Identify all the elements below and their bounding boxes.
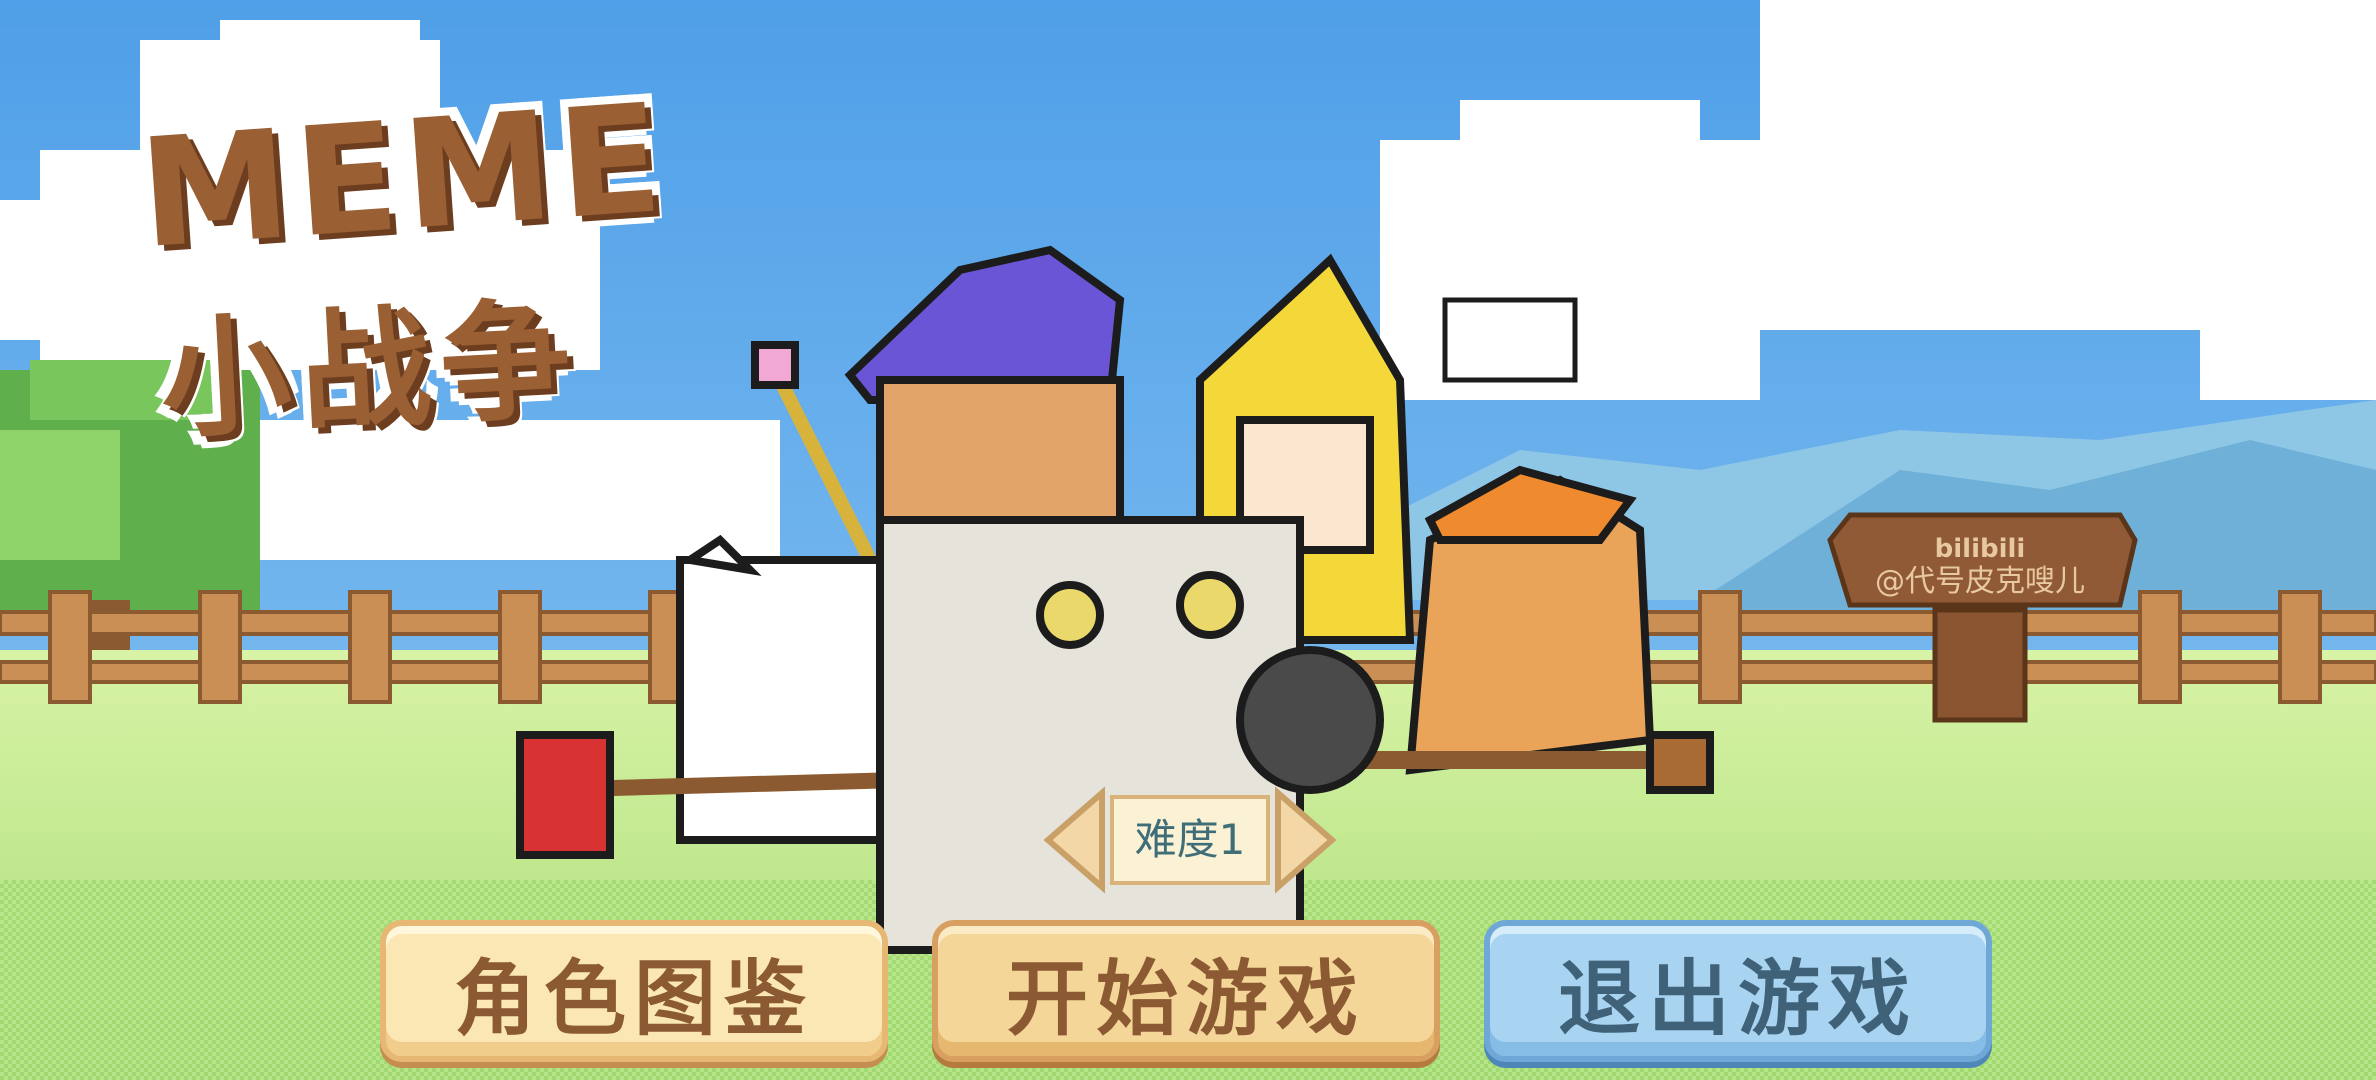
title-line-1: MEME [134,71,673,283]
difficulty-label: 难度1 [1134,815,1246,864]
bilibili-brand: bilibili [1934,534,2026,564]
author-account: @代号皮克嗖儿 [1875,563,2085,599]
title-line-2: 小战争 [156,283,585,457]
start-game-button[interactable]: 开始游戏 [932,920,1440,1062]
difficulty-selector: 难度1 [1040,785,1340,895]
quit-game-button[interactable]: 退出游戏 [1484,920,1992,1062]
signpost-label: bilibili @代号皮克嗖儿 [1845,534,2115,599]
game-title-logo: MEME 小战争 [120,72,770,490]
difficulty-prev-arrow-icon[interactable] [1040,785,1110,895]
difficulty-next-arrow-icon[interactable] [1270,785,1340,895]
character-gallery-button[interactable]: 角色图鉴 [380,920,888,1062]
